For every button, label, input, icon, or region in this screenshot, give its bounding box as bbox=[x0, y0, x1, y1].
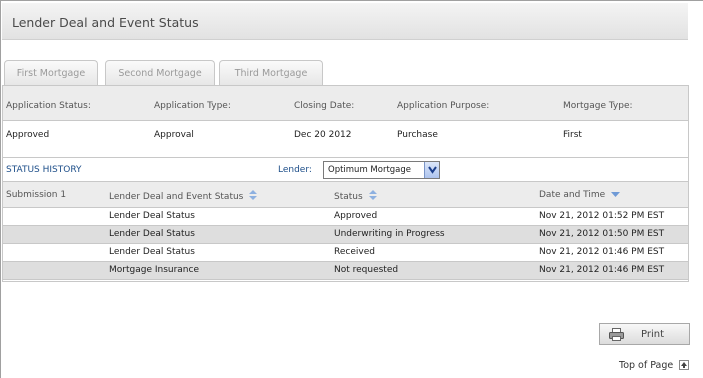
application-status-value: Approved bbox=[6, 130, 50, 140]
row-event: Lender Deal Status bbox=[109, 229, 195, 239]
row-status: Received bbox=[334, 247, 375, 257]
closing-date-value: Dec 20 2012 bbox=[294, 130, 352, 140]
application-type-header: Application Type: bbox=[154, 101, 231, 111]
table-row: Lender Deal Status Approved Nov 21, 2012… bbox=[3, 208, 688, 226]
row-event: Lender Deal Status bbox=[109, 211, 195, 221]
application-purpose-header: Application Purpose: bbox=[397, 101, 490, 111]
tab-first-mortgage[interactable]: First Mortgage bbox=[4, 60, 98, 86]
table-row: Mortgage Insurance Not requested Nov 21,… bbox=[3, 262, 688, 280]
status-history-bar: STATUS HISTORY Lender: Optimum Mortgage bbox=[3, 158, 688, 182]
lender-label: Lender: bbox=[278, 165, 312, 175]
top-of-page-link[interactable]: Top of Page bbox=[619, 360, 673, 371]
tab-third-mortgage[interactable]: Third Mortgage bbox=[219, 60, 323, 86]
status-column-label: Status bbox=[334, 192, 363, 202]
mortgage-type-value: First bbox=[563, 130, 582, 140]
table-row: Lender Deal Status Received Nov 21, 2012… bbox=[3, 244, 688, 262]
application-type-value: Approval bbox=[154, 130, 194, 140]
datetime-column-label: Date and Time bbox=[539, 190, 606, 200]
sort-desc-icon[interactable] bbox=[611, 191, 621, 201]
table-row: Lender Deal Status Underwriting in Progr… bbox=[3, 226, 688, 244]
application-status-header: Application Status: bbox=[6, 101, 91, 111]
row-event: Mortgage Insurance bbox=[109, 265, 199, 275]
datetime-column-header[interactable]: Date and Time bbox=[539, 190, 621, 201]
application-header-row: Application Status: Application Type: Cl… bbox=[3, 86, 688, 121]
printer-icon bbox=[609, 328, 624, 344]
page-title: Lender Deal and Event Status bbox=[12, 15, 199, 30]
mortgage-type-header: Mortgage Type: bbox=[563, 101, 633, 111]
row-status: Approved bbox=[334, 211, 378, 221]
row-status: Not requested bbox=[334, 265, 399, 275]
status-history-title: STATUS HISTORY bbox=[6, 165, 82, 175]
status-panel: Application Status: Application Type: Cl… bbox=[2, 85, 689, 282]
sort-icon[interactable] bbox=[249, 190, 258, 203]
sort-icon[interactable] bbox=[368, 190, 377, 203]
closing-date-header: Closing Date: bbox=[294, 101, 355, 111]
status-column-header[interactable]: Status bbox=[334, 190, 377, 203]
print-button[interactable]: Print bbox=[599, 323, 690, 345]
event-column-header[interactable]: Lender Deal and Event Status bbox=[109, 190, 258, 203]
row-datetime: Nov 21, 2012 01:50 PM EST bbox=[539, 229, 665, 239]
page-header: Lender Deal and Event Status bbox=[2, 3, 688, 40]
print-label: Print bbox=[641, 329, 665, 340]
application-values-row: Approved Approval Dec 20 2012 Purchase F… bbox=[3, 121, 688, 158]
submission-header: Submission 1 bbox=[6, 190, 67, 200]
lender-select[interactable]: Optimum Mortgage bbox=[323, 161, 440, 179]
chevron-down-icon[interactable] bbox=[424, 162, 439, 178]
application-purpose-value: Purchase bbox=[397, 130, 438, 140]
row-status: Underwriting in Progress bbox=[334, 229, 445, 239]
event-column-label: Lender Deal and Event Status bbox=[109, 192, 244, 202]
row-event: Lender Deal Status bbox=[109, 247, 195, 257]
tab-second-mortgage[interactable]: Second Mortgage bbox=[105, 60, 215, 86]
arrow-up-icon[interactable] bbox=[679, 360, 689, 370]
history-table-header: Submission 1 Lender Deal and Event Statu… bbox=[3, 182, 688, 208]
row-datetime: Nov 21, 2012 01:46 PM EST bbox=[539, 247, 665, 257]
row-datetime: Nov 21, 2012 01:46 PM EST bbox=[539, 265, 665, 275]
row-datetime: Nov 21, 2012 01:52 PM EST bbox=[539, 211, 665, 221]
lender-select-value: Optimum Mortgage bbox=[328, 165, 412, 175]
